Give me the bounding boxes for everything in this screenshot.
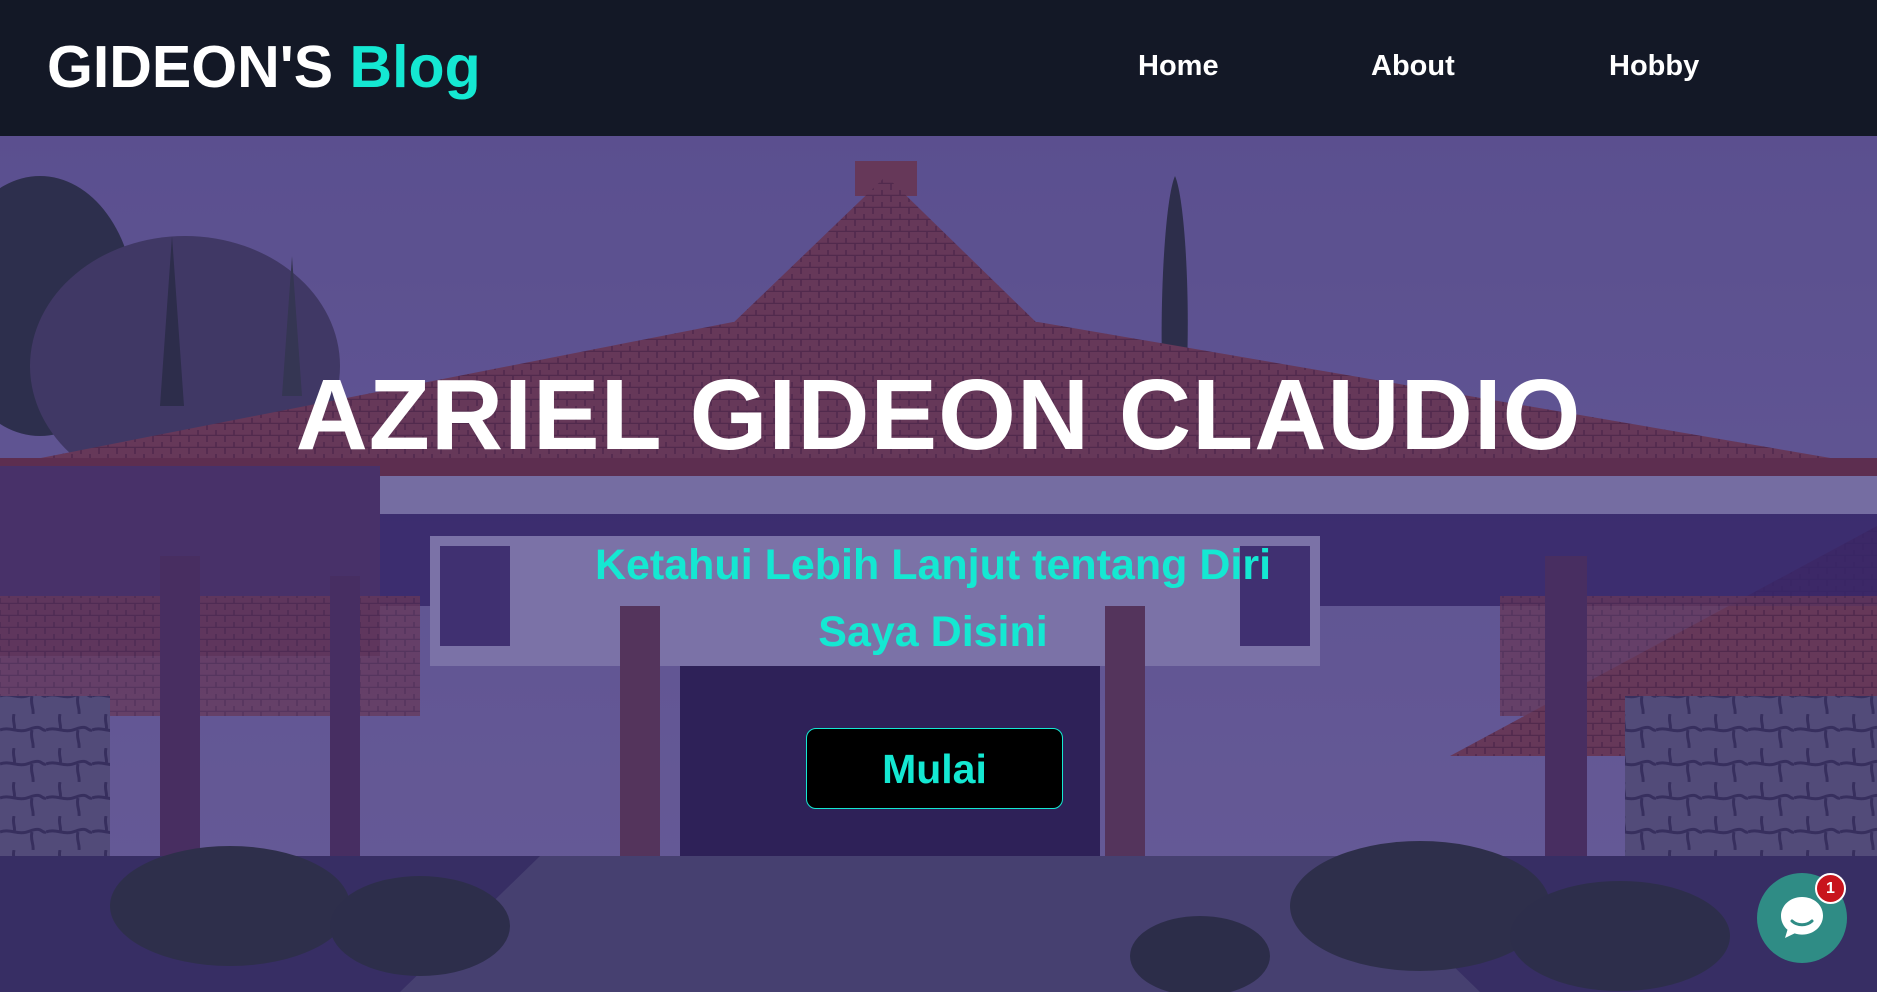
logo-accent-text: Blog xyxy=(349,34,481,100)
notification-badge: 1 xyxy=(1815,873,1846,904)
nav-link-hobby[interactable]: Hobby xyxy=(1609,48,1699,84)
site-logo[interactable]: GIDEON'S Blog xyxy=(47,34,481,100)
chat-bubble-icon xyxy=(1781,897,1823,938)
navbar: GIDEON'S Blog Home About Hobby xyxy=(0,0,1877,136)
hero-section: AZRIEL GIDEON CLAUDIO Ketahui Lebih Lanj… xyxy=(0,136,1877,992)
start-button[interactable]: Mulai xyxy=(806,728,1063,809)
nav-link-home[interactable]: Home xyxy=(1138,48,1219,84)
nav-link-about[interactable]: About xyxy=(1371,48,1455,84)
logo-primary-text: GIDEON'S xyxy=(47,34,334,100)
hero-title: AZRIEL GIDEON CLAUDIO xyxy=(295,359,1582,471)
hero-subtitle: Ketahui Lebih Lanjut tentang Diri Saya D… xyxy=(594,541,1272,656)
